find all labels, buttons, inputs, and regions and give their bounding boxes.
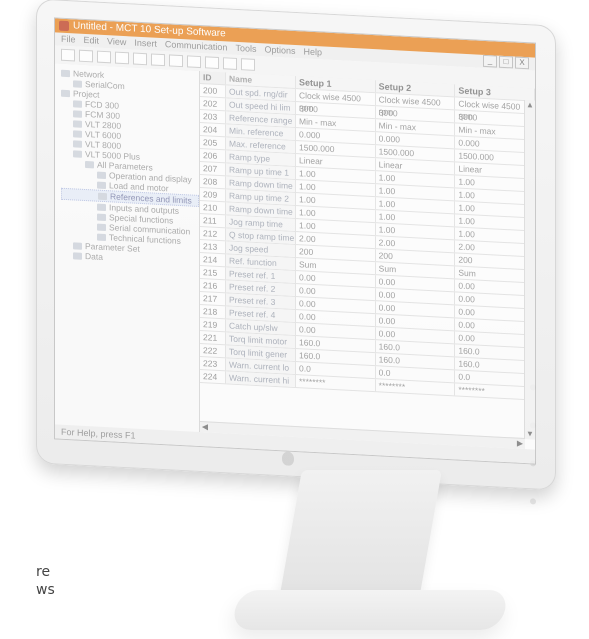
menu-edit[interactable]: Edit	[84, 34, 100, 48]
cell-id: 204	[200, 123, 226, 137]
cell-id: 205	[200, 136, 226, 150]
technical-icon	[97, 233, 106, 242]
cell-id: 211	[200, 214, 226, 228]
cell-id: 221	[200, 331, 226, 345]
cell-id: 222	[200, 344, 226, 358]
side-button-4	[530, 498, 536, 505]
cell-id: 200	[200, 84, 226, 98]
cell-id: 213	[200, 240, 226, 254]
new-icon[interactable]	[61, 48, 75, 62]
cell-id: 214	[200, 253, 226, 267]
network-icon	[61, 69, 70, 78]
cell-id: 210	[200, 201, 226, 215]
list-icon[interactable]	[205, 56, 219, 70]
open-icon[interactable]	[79, 49, 93, 63]
app-icon	[59, 20, 69, 32]
serial-icon	[97, 223, 106, 232]
apple-logo-icon	[282, 451, 294, 466]
drive-icon	[73, 120, 82, 129]
scroll-down-icon[interactable]: ▼	[525, 429, 535, 440]
window-controls: _ □ X	[483, 54, 529, 70]
cell-id: 224	[200, 370, 226, 384]
menu-file[interactable]: File	[61, 33, 76, 47]
print-icon[interactable]	[169, 54, 183, 68]
cell-name[interactable]: Warn. current hi	[226, 371, 296, 388]
main-content: Network SerialCom Project FCD 300 FCM 30…	[55, 63, 535, 450]
minimize-button[interactable]: _	[483, 54, 497, 68]
app-window: Untitled - MCT 10 Set-up Software _ □ X …	[54, 17, 536, 465]
parameters-grid: ID Name Setup 1 Setup 2 Setup 3 200 Out s…	[200, 71, 535, 450]
special-icon	[97, 213, 106, 222]
menu-view[interactable]: View	[107, 35, 126, 49]
cell-id: 219	[200, 318, 226, 332]
cell-id: 215	[200, 266, 226, 280]
operation-icon	[97, 171, 106, 180]
copy-icon[interactable]	[133, 52, 147, 66]
cell-id: 203	[200, 110, 226, 124]
scroll-right-icon[interactable]: ▶	[515, 439, 525, 450]
close-button[interactable]: X	[515, 56, 529, 70]
column-header-id[interactable]: ID	[200, 71, 226, 85]
scroll-up-icon[interactable]: ▲	[525, 100, 535, 111]
background-fragment-ws: ws	[36, 582, 55, 598]
drive-icon	[73, 110, 82, 119]
drive-icon	[73, 140, 82, 149]
motor-icon	[97, 181, 106, 190]
help-icon[interactable]	[241, 58, 255, 71]
monitor-stand	[278, 470, 442, 605]
cut-icon[interactable]	[115, 51, 129, 65]
drive-icon	[73, 130, 82, 139]
cell-id: 206	[200, 149, 226, 163]
cell-id: 209	[200, 188, 226, 202]
parameter-set-icon	[73, 242, 82, 251]
cell-id: 207	[200, 162, 226, 176]
references-icon	[98, 192, 107, 201]
cell-id: 223	[200, 357, 226, 371]
monitor-base	[230, 590, 510, 630]
data-icon	[73, 252, 82, 261]
project-tree: Network SerialCom Project FCD 300 FCM 30…	[55, 63, 200, 433]
save-icon[interactable]	[97, 50, 111, 64]
maximize-button[interactable]: □	[499, 55, 513, 69]
scroll-left-icon[interactable]: ◀	[200, 422, 210, 433]
sort-icon[interactable]	[187, 55, 201, 69]
paste-icon[interactable]	[151, 53, 165, 67]
serialcom-icon	[73, 80, 82, 89]
menu-options[interactable]: Options	[264, 43, 295, 58]
menu-insert[interactable]: Insert	[134, 37, 157, 51]
menu-help[interactable]: Help	[303, 45, 322, 59]
folder-icon	[85, 161, 94, 169]
cell-id: 218	[200, 305, 226, 319]
drive-icon	[73, 100, 82, 109]
project-icon	[61, 89, 70, 98]
cell-id: 212	[200, 227, 226, 241]
io-icon	[97, 203, 106, 212]
cell-id: 202	[200, 97, 226, 111]
grid-icon[interactable]	[223, 57, 237, 70]
drive-icon	[73, 150, 82, 159]
background-fragment-re: re	[36, 564, 51, 580]
menu-tools[interactable]: Tools	[235, 42, 256, 56]
cell-id: 216	[200, 279, 226, 293]
cell-id: 217	[200, 292, 226, 306]
cell-id: 208	[200, 175, 226, 189]
vertical-scrollbar[interactable]: ▲ ▼	[524, 100, 535, 440]
